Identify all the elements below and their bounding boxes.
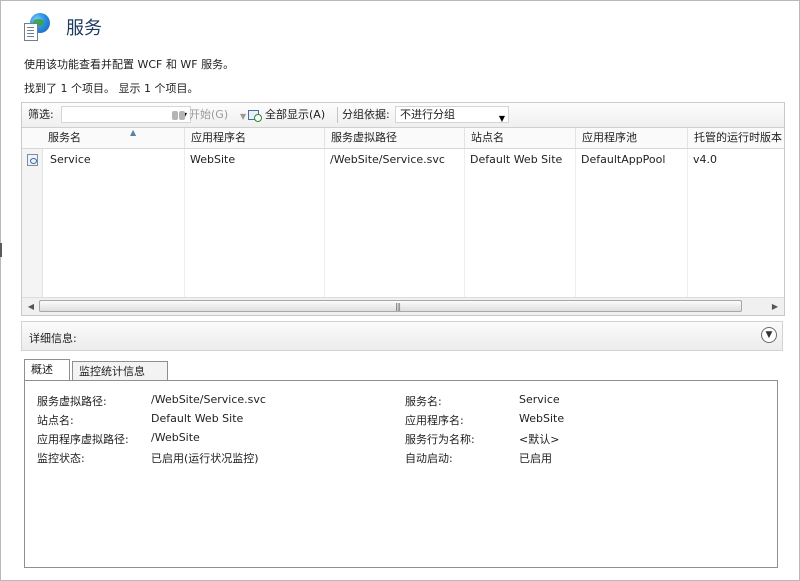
- scroll-right-icon[interactable]: ▶: [768, 300, 782, 313]
- item-count-text: 找到了 1 个项目。 显示 1 个项目。: [24, 82, 199, 95]
- horizontal-scrollbar[interactable]: ◀ ||| ▶: [22, 297, 784, 315]
- prop-label-site-name: 站点名:: [37, 414, 74, 427]
- tab-monitoring-stats[interactable]: 监控统计信息: [72, 361, 168, 381]
- column-divider: [575, 149, 576, 297]
- edge-marker: [0, 243, 2, 257]
- binoculars-icon: [172, 109, 186, 121]
- prop-value-auto-start: 已启用: [519, 452, 552, 465]
- cell-service-name: Service: [50, 153, 91, 166]
- column-divider: [324, 149, 325, 297]
- prop-value-monitor-status: 已启用(运行状况监控): [151, 452, 259, 465]
- cell-virtual-path: /WebSite/Service.svc: [330, 153, 445, 166]
- page-header: 服务: [22, 10, 102, 44]
- cell-site-name: Default Web Site: [470, 153, 563, 166]
- cell-app-pool: DefaultAppPool: [581, 153, 666, 166]
- prop-value-app-virtual-path: /WebSite: [151, 431, 200, 444]
- grip-icon: |||: [395, 302, 401, 311]
- tab-overview[interactable]: 概述: [24, 359, 70, 381]
- column-header-runtime-version[interactable]: 托管的运行时版本: [687, 128, 784, 148]
- column-divider: [464, 149, 465, 297]
- scroll-thumb[interactable]: |||: [39, 300, 742, 312]
- grid-body: Service WebSite /WebSite/Service.svc Def…: [22, 149, 784, 297]
- toolbar-separator: [337, 107, 338, 123]
- sort-ascending-icon: ▲: [130, 128, 137, 137]
- feature-description: 使用该功能查看并配置 WCF 和 WF 服务。: [24, 58, 235, 71]
- show-all-icon: [248, 109, 262, 122]
- filter-toolbar: 筛选: ▼ 开始(G) ▼ 全部显示(A) 分组依据: 不进行分组 ▼: [22, 103, 784, 128]
- start-button[interactable]: 开始(G): [172, 107, 228, 123]
- column-divider: [184, 149, 185, 297]
- row-gutter: [22, 149, 43, 297]
- filter-label: 筛选:: [28, 108, 54, 121]
- details-header: 详细信息: ▼: [21, 321, 783, 351]
- prop-label-app-virtual-path: 应用程序虚拟路径:: [37, 433, 129, 446]
- prop-value-virtual-path: /WebSite/Service.svc: [151, 393, 266, 406]
- column-header-service-name[interactable]: 服务名 ▲: [42, 128, 184, 148]
- show-all-button[interactable]: 全部显示(A): [248, 107, 325, 123]
- prop-value-app-name: WebSite: [519, 412, 565, 425]
- prop-label-service-name: 服务名:: [405, 395, 442, 408]
- column-header-app-name[interactable]: 应用程序名: [184, 128, 324, 148]
- column-divider: [687, 149, 688, 297]
- column-header-label: 服务名: [48, 131, 81, 144]
- group-by-value: 不进行分组: [400, 108, 455, 121]
- column-header-virtual-path[interactable]: 服务虚拟路径: [324, 128, 464, 148]
- column-header-site-name[interactable]: 站点名: [464, 128, 575, 148]
- table-row[interactable]: Service WebSite /WebSite/Service.svc Def…: [22, 151, 784, 169]
- prop-value-site-name: Default Web Site: [151, 412, 244, 425]
- prop-label-monitor-status: 监控状态:: [37, 452, 85, 465]
- grid-header: 服务名 ▲ 应用程序名 服务虚拟路径 站点名 应用程序池 托管的运行时版本: [22, 128, 784, 149]
- start-button-label: 开始(G): [189, 108, 229, 121]
- prop-label-auto-start: 自动启动:: [405, 452, 453, 465]
- cell-app-name: WebSite: [190, 153, 236, 166]
- scroll-left-icon[interactable]: ◀: [24, 300, 38, 313]
- globe-document-icon: [22, 11, 54, 43]
- overview-properties: 服务虚拟路径: /WebSite/Service.svc 站点名: Defaul…: [24, 380, 778, 568]
- prop-label-behavior-name: 服务行为名称:: [405, 433, 475, 446]
- collapse-chevron-icon[interactable]: ▼: [761, 327, 777, 343]
- dropdown-arrow-icon[interactable]: ▼: [499, 111, 505, 126]
- column-header-app-pool[interactable]: 应用程序池: [575, 128, 687, 148]
- group-by-select[interactable]: 不进行分组 ▼: [395, 106, 509, 123]
- service-icon: [27, 154, 38, 166]
- prop-value-behavior-name: <默认>: [519, 433, 560, 446]
- cell-runtime-version: v4.0: [693, 153, 718, 166]
- prop-label-virtual-path: 服务虚拟路径:: [37, 395, 107, 408]
- details-label: 详细信息:: [29, 332, 77, 345]
- start-dropdown-arrow-icon[interactable]: ▼: [240, 109, 246, 125]
- prop-value-service-name: Service: [519, 393, 560, 406]
- page-title: 服务: [66, 18, 102, 39]
- show-all-button-label: 全部显示(A): [265, 108, 326, 121]
- group-by-label: 分组依据:: [342, 108, 390, 121]
- services-list-panel: 筛选: ▼ 开始(G) ▼ 全部显示(A) 分组依据: 不进行分组 ▼ 服务名 …: [21, 102, 785, 316]
- prop-label-app-name: 应用程序名:: [405, 414, 464, 427]
